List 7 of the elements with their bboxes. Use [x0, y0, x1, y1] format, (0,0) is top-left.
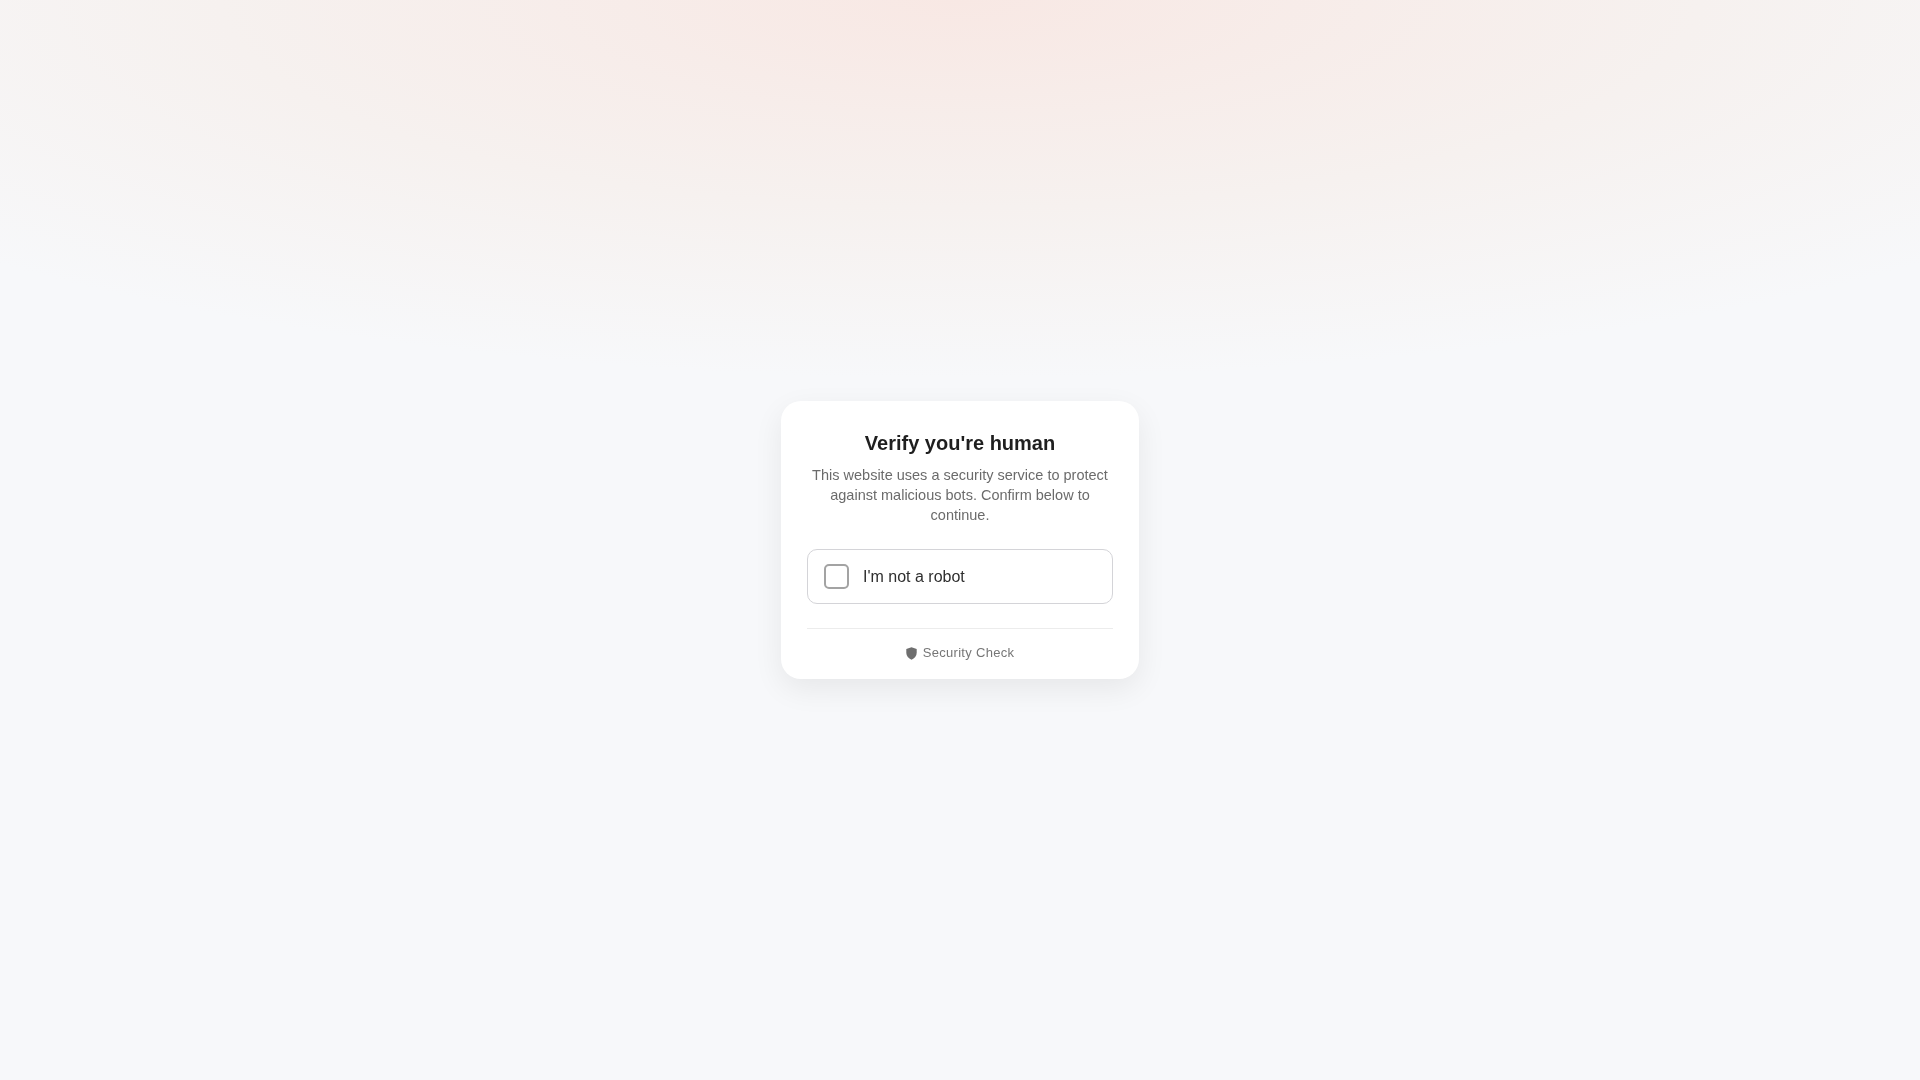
- card-description: This website uses a security service to protect against malicious bots. Confirm below to continue.: [811, 466, 1109, 525]
- card-title: Verify you're human: [864, 431, 1056, 456]
- checkbox[interactable]: [824, 564, 849, 589]
- robot-check-option[interactable]: I'm not a robot: [807, 549, 1113, 604]
- security-check-label: Security Check: [922, 644, 1015, 662]
- shield-icon: [905, 646, 917, 660]
- checkbox-label: I'm not a robot: [863, 566, 965, 587]
